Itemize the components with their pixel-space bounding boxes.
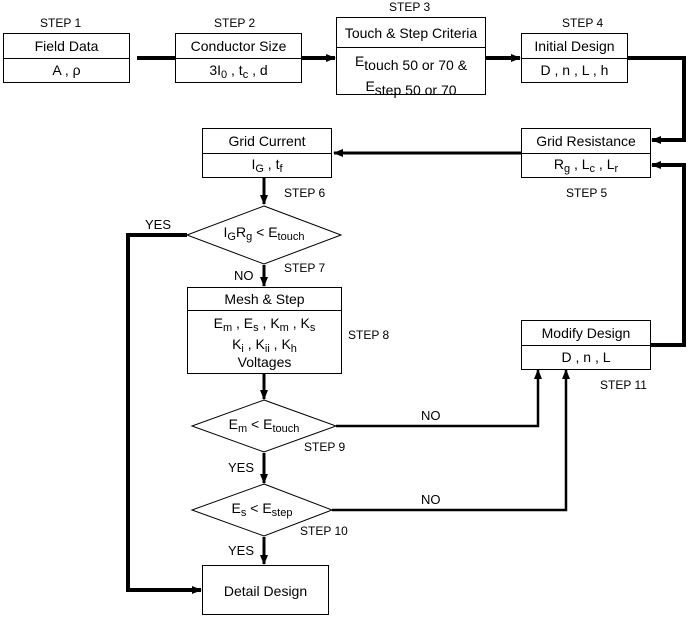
step-5-label: STEP 5 [566,186,608,200]
mesh-step-title: Mesh & Step [188,288,341,311]
yes-label-step9: YES [228,460,255,475]
modify-design-title: Modify Design [522,321,650,346]
mesh-step-box: Mesh & Step Em , Es , Km , Ks Ki , Kii ,… [187,287,342,374]
modify-design-box: Modify Design D , n , L [521,320,651,370]
initial-design-title: Initial Design [522,34,627,59]
initial-design-values: D , n , L , h [540,62,609,78]
field-data-title: Field Data [4,34,129,59]
mesh-step-factors-line: Ki , Kii , Kh [232,336,297,355]
conductor-size-box: Conductor Size 3I0 , tc , d [175,33,302,83]
yes-label-step10: YES [228,543,255,558]
mesh-step-voltages-line: Em , Es , Km , Ks [213,315,316,334]
detail-design-box: Detail Design [202,565,329,615]
decision-step9-text: Em < Etouch [228,416,300,435]
grid-resistance-title: Grid Resistance [522,129,650,154]
step-10-label: STEP 10 [300,524,348,538]
arrow-step10-no-modify [332,369,570,512]
touch-step-criteria-box: Touch & Step Criteria Etouch 50 or 70 & … [336,17,486,98]
no-label-step10: NO [421,492,441,507]
step-2-label: STEP 2 [214,16,256,30]
step-11-label: STEP 11 [600,378,647,392]
grid-resistance-values: Rg , Lc , Lr [553,156,619,175]
step-criteria-line: Estep 50 or 70 [365,78,457,98]
mesh-step-voltages-label: Voltages [237,354,292,370]
step-8-label: STEP 8 [348,328,390,342]
grid-current-values: IG , tf [251,156,283,175]
modify-design-values: D , n , L [561,349,611,365]
detail-design-title: Detail Design [223,583,308,599]
step-1-label: STEP 1 [40,16,82,30]
grid-current-box: Grid Current IG , tf [202,128,332,178]
field-data-values: A , ρ [52,62,81,78]
arrow-step11-step5 [650,161,686,347]
grid-current-title: Grid Current [203,129,331,154]
decision-step10-text: Es < Estep [231,500,293,519]
step-3-label: STEP 3 [389,0,431,14]
yes-label-step7: YES [145,217,172,232]
step-4-label: STEP 4 [562,16,604,30]
conductor-size-title: Conductor Size [176,34,301,59]
touch-criteria-line: Etouch 50 or 70 & [354,53,468,73]
no-label-step9: NO [421,408,441,423]
field-data-box: Field Data A , ρ [3,33,130,83]
step-6-label: STEP 6 [284,186,326,200]
step-7-label: STEP 7 [284,261,326,275]
grid-resistance-box: Grid Resistance Rg , Lc , Lr [521,128,651,178]
decision-step7-text: IGRg < Etouch [223,224,305,243]
initial-design-box: Initial Design D , n , L , h [521,33,628,83]
no-label-step7: NO [234,268,254,283]
step-9-label: STEP 9 [304,440,346,454]
conductor-size-values: 3I0 , tc , d [209,62,268,81]
touch-step-criteria-title: Touch & Step Criteria [337,18,485,48]
